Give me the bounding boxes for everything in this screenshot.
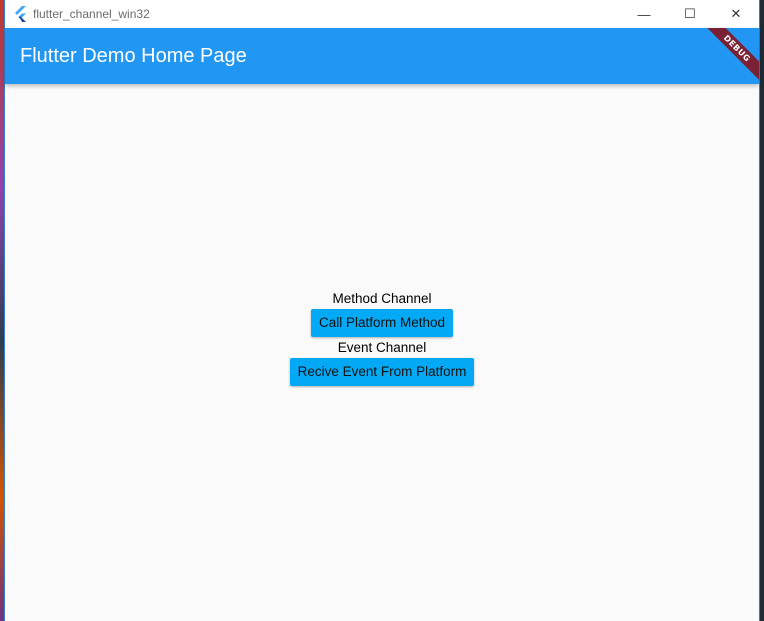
- event-channel-label: Event Channel: [337, 339, 427, 355]
- debug-banner: DEBUG: [701, 28, 759, 84]
- maximize-icon: ☐: [684, 6, 696, 21]
- minimize-icon: —: [637, 6, 651, 22]
- flutter-logo-icon: [13, 6, 27, 22]
- window-title: flutter_channel_win32: [33, 7, 150, 21]
- main-content: Method Channel Call Platform Method Even…: [5, 84, 759, 621]
- method-channel-label: Method Channel: [332, 290, 432, 306]
- app-window: flutter_channel_win32 — ☐ ✕ Flutter Demo…: [4, 0, 760, 621]
- maximize-button[interactable]: ☐: [667, 0, 713, 28]
- app-bar: Flutter Demo Home Page DEBUG: [5, 28, 759, 84]
- channel-column: Method Channel Call Platform Method Even…: [289, 290, 475, 388]
- close-icon: ✕: [730, 6, 742, 21]
- call-platform-method-button[interactable]: Call Platform Method: [310, 308, 454, 337]
- receive-event-button[interactable]: Recive Event From Platform: [289, 357, 475, 386]
- desktop-background-right: [760, 0, 764, 621]
- window-titlebar[interactable]: flutter_channel_win32 — ☐ ✕: [5, 0, 759, 28]
- page-title: Flutter Demo Home Page: [20, 44, 247, 67]
- close-button[interactable]: ✕: [713, 0, 759, 28]
- window-controls: — ☐ ✕: [621, 0, 759, 28]
- minimize-button[interactable]: —: [621, 0, 667, 28]
